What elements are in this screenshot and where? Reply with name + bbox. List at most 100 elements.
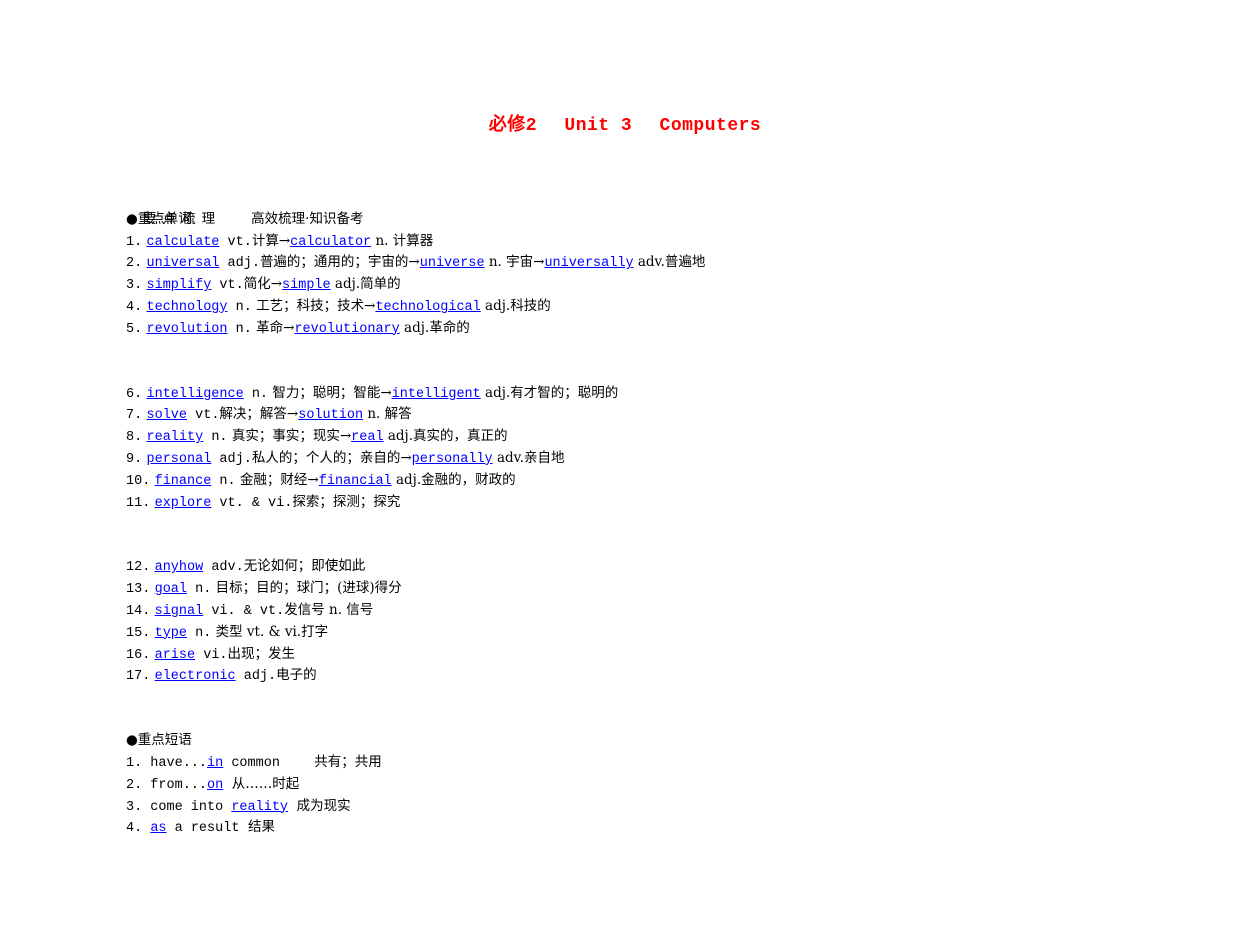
part-of-speech: adj. — [235, 669, 277, 685]
part-of-speech: n. — [243, 386, 269, 402]
part-of-speech: adj. — [219, 256, 260, 272]
derived-meaning: adj.真实的，真正的 — [383, 428, 508, 445]
derived-word-link[interactable]: financial — [319, 474, 392, 489]
vocab-word-link[interactable]: simplify — [147, 278, 212, 293]
document-body: 要点梳理 高效梳理·知识备考 ●重点单词 1. calculate vt.计算→c… — [126, 187, 705, 839]
derived-word-link[interactable]: universally — [544, 256, 633, 271]
phrase-meaning: 从……时起 — [223, 775, 300, 792]
vocab-word-link[interactable]: revolution — [147, 322, 228, 337]
phrase-blank-link[interactable]: as — [150, 821, 166, 836]
meaning: 发信号 n. 信号 — [284, 601, 374, 618]
derived-meaning: n. 计算器 — [371, 232, 434, 249]
derived-word-link[interactable]: solution — [298, 408, 363, 423]
item-number: 1. — [126, 234, 143, 250]
meaning: 私人的；个人的；亲自的→ — [251, 449, 412, 466]
phrase-blank-link[interactable]: in — [207, 756, 223, 771]
item-number: 17. — [126, 669, 151, 685]
meaning: 工艺；科技；技术→ — [251, 297, 376, 314]
derived-meaning: adv.普遍地 — [633, 254, 706, 271]
vocab-word-link[interactable]: electronic — [155, 669, 236, 684]
meaning: 普遍的；通用的；宇宙的→ — [259, 254, 420, 271]
item-number: 7. — [126, 408, 143, 424]
item-number: 4. — [126, 821, 143, 837]
phrase-text: come into — [142, 799, 232, 815]
vocab-word-link[interactable]: explore — [155, 496, 212, 511]
phrase-blank-link[interactable]: reality — [231, 800, 288, 815]
vocab-word-link[interactable]: goal — [155, 582, 187, 597]
vocab-word-link[interactable]: arise — [155, 648, 196, 663]
item-number: 14. — [126, 603, 151, 619]
vocab-word-link[interactable]: personal — [147, 452, 212, 467]
phrase-text: common — [223, 755, 280, 771]
item-number: 3. — [126, 278, 143, 294]
vocab-item: 9. personal adj.私人的；个人的；亲自的→personally a… — [126, 448, 705, 470]
derived-meaning: adj.金融的，财政的 — [391, 471, 516, 488]
part-of-speech: n. — [227, 299, 252, 315]
phrase-item: 2. from...on 从……时起 — [126, 774, 705, 796]
item-number: 15. — [126, 625, 151, 641]
meaning: 金融；财经→ — [235, 471, 319, 488]
part-of-speech: n. — [187, 625, 212, 641]
phrase-text: a result — [166, 821, 240, 837]
derived-word-link[interactable]: real — [351, 430, 383, 445]
vocab-item: 16. arise vi.出现；发生 — [126, 644, 705, 666]
derived-word-link[interactable]: intelligent — [392, 387, 481, 402]
vocab-item: 10. finance n. 金融；财经→financial adj.金融的，财… — [126, 470, 705, 492]
vocab-item: 15. type n. 类型 vt. & vi.打字 — [126, 622, 705, 644]
phrase-text: from... — [142, 777, 208, 793]
part-of-speech: n. — [203, 430, 228, 446]
part-of-speech: adv. — [203, 560, 244, 576]
part-of-speech: n. — [187, 582, 212, 598]
meaning: 革命→ — [251, 319, 295, 336]
meaning: 无论如何；即使如此 — [243, 558, 366, 575]
derived-meaning: adj.革命的 — [399, 319, 470, 336]
phrase-text: have... — [142, 755, 208, 771]
vocab-word-link[interactable]: calculate — [147, 235, 220, 250]
meaning: 出现；发生 — [227, 645, 296, 662]
phrase-list: 1. have...in common 共有；共用 2. from...on 从…… — [126, 752, 705, 839]
vocab-word-link[interactable]: intelligence — [147, 387, 244, 402]
meaning: 简化→ — [243, 276, 283, 293]
item-number: 2. — [126, 256, 143, 272]
phrase-meaning: 结果 — [239, 819, 276, 836]
phrase-meaning: 共有；共用 — [279, 753, 382, 770]
part-of-speech: vi. & vt. — [203, 603, 285, 619]
part-of-speech: adj. — [211, 451, 252, 467]
meaning: 类型 vt. & vi.打字 — [211, 623, 329, 640]
derived-word-link[interactable]: personally — [412, 452, 493, 467]
derived-word-link[interactable]: simple — [282, 278, 331, 293]
derived-word-link[interactable]: calculator — [290, 235, 371, 250]
derived-word-link[interactable]: universe — [420, 256, 485, 271]
phrase-item: 1. have...in common 共有；共用 — [126, 752, 705, 774]
derived-meaning: adj.科技的 — [480, 297, 551, 314]
part-of-speech: vt. — [211, 278, 244, 294]
vocab-word-link[interactable]: type — [155, 626, 187, 641]
meaning: 目标；目的；球门；(进球)得分 — [211, 580, 402, 597]
derived-meaning: adv.亲自地 — [492, 449, 565, 466]
item-number: 6. — [126, 386, 143, 402]
section-header-right: 高效梳理·知识备考 — [251, 210, 364, 227]
item-number: 9. — [126, 451, 143, 467]
part-of-speech: vt. & vi. — [211, 495, 293, 511]
part-of-speech: n. — [227, 321, 252, 337]
meaning: 解决；解答→ — [219, 406, 299, 423]
vocab-word-link[interactable]: solve — [147, 408, 188, 423]
vocab-word-link[interactable]: technology — [147, 300, 228, 315]
phrase-blank-link[interactable]: on — [207, 778, 223, 793]
item-number: 3. — [126, 799, 143, 815]
vocab-word-link[interactable]: reality — [147, 430, 204, 445]
vocab-item: 12. anyhow adv.无论如何；即使如此 — [126, 556, 705, 578]
meaning: 计算→ — [251, 232, 291, 249]
vocab-word-link[interactable]: signal — [155, 604, 204, 619]
vocab-word-link[interactable]: anyhow — [155, 560, 204, 575]
item-number: 5. — [126, 321, 143, 337]
vocab-item: 6. intelligence n. 智力；聪明；智能→intelligent … — [126, 383, 705, 405]
derived-word-link[interactable]: technological — [375, 300, 480, 315]
vocab-word-link[interactable]: finance — [155, 474, 212, 489]
phrases-heading: ●重点短语 — [126, 732, 192, 749]
section-header: 要点梳理 高效梳理·知识备考 — [126, 187, 705, 227]
item-number: 1. — [126, 755, 143, 771]
derived-word-link[interactable]: revolutionary — [294, 322, 399, 337]
item-number: 13. — [126, 582, 151, 598]
vocab-word-link[interactable]: universal — [147, 256, 220, 271]
